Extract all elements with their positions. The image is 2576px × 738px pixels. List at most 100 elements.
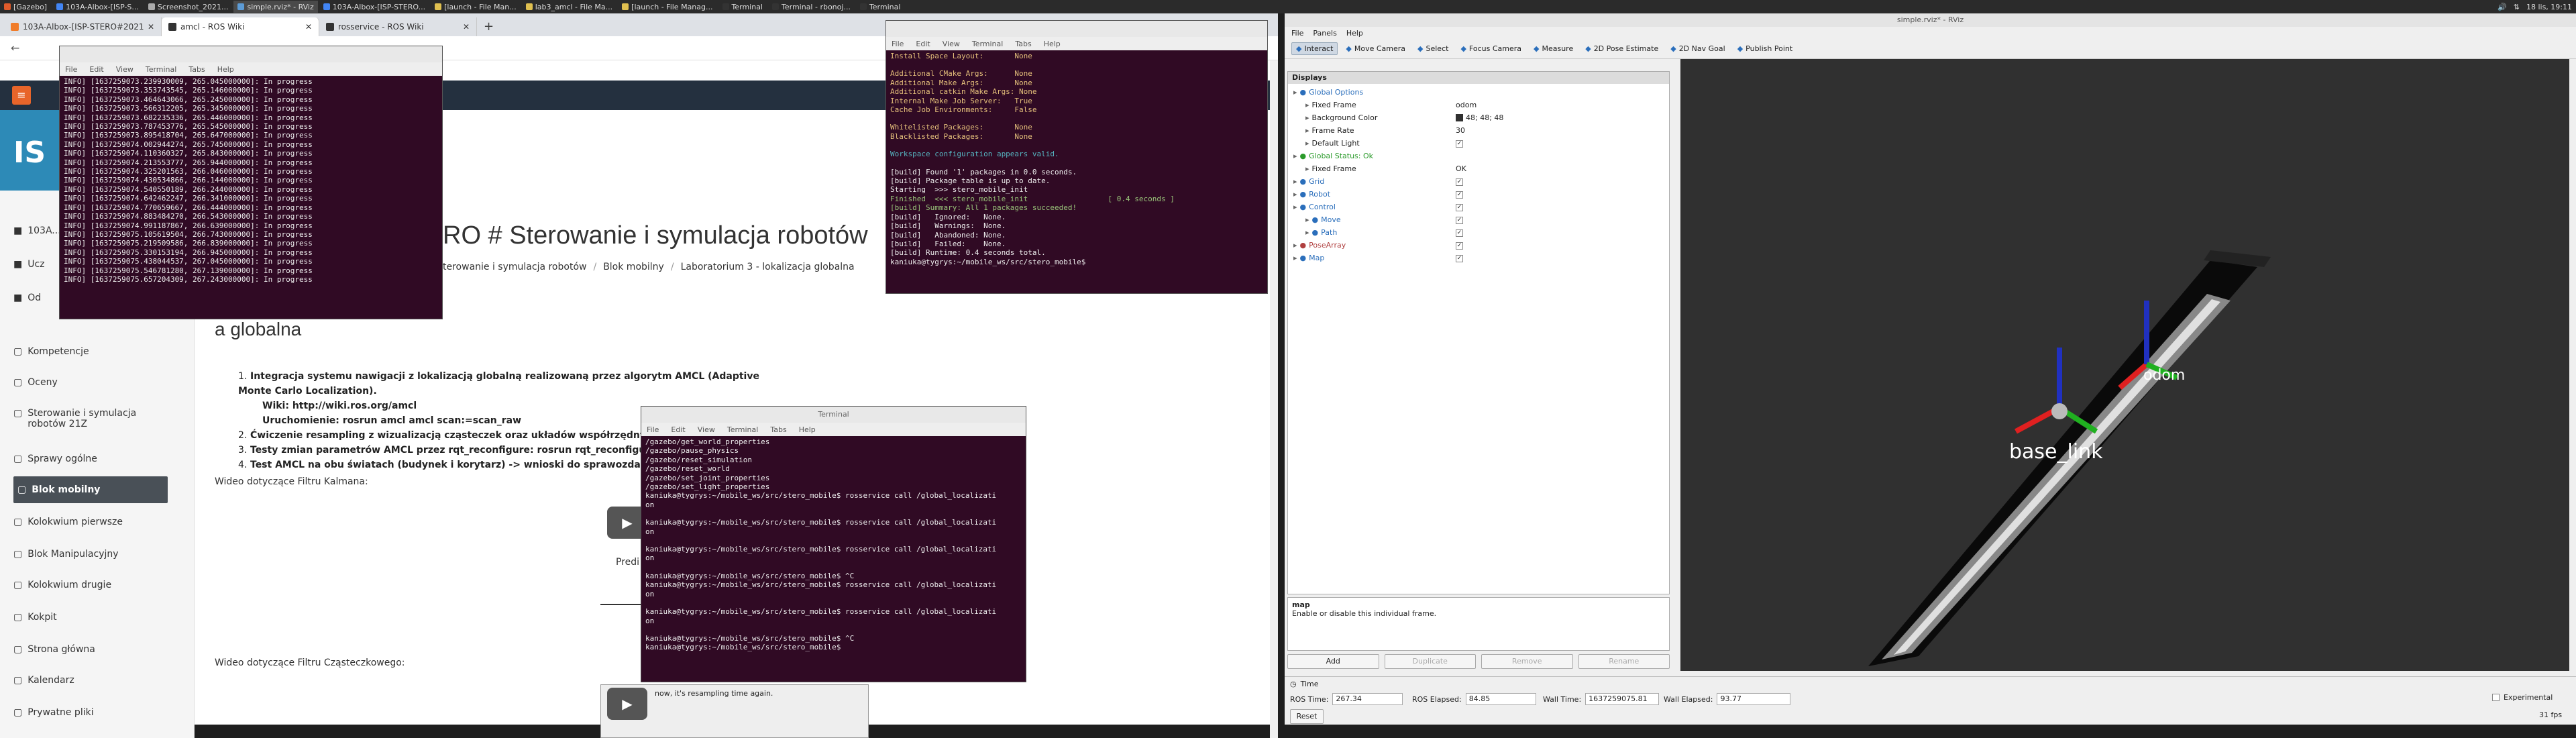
reset-button[interactable]: Reset: [1290, 709, 1324, 724]
display-value[interactable]: 48; 48; 48: [1456, 113, 1503, 122]
sidebar-item[interactable]: ▢ Kalendarz: [13, 667, 168, 696]
new-tab-button[interactable]: +: [477, 17, 500, 36]
tab-2[interactable]: amcl - ROS Wiki ✕: [162, 17, 319, 36]
menu-item[interactable]: View: [943, 40, 960, 48]
terminal-output[interactable]: /gazebo/get_world_properties/gazebo/paus…: [641, 436, 1026, 653]
expand-arrow-icon[interactable]: ▸: [1293, 241, 1297, 250]
sidebar-item[interactable]: ▢ Blok Manipulacyjny: [13, 541, 168, 570]
taskbar-item[interactable]: Screenshot_2021...: [144, 1, 233, 13]
checkbox[interactable]: ✓: [1456, 255, 1463, 262]
expand-arrow-icon[interactable]: ▸: [1305, 228, 1309, 237]
menu-item[interactable]: Terminal: [727, 425, 759, 434]
expand-arrow-icon[interactable]: ▸: [1293, 254, 1297, 262]
taskbar-item[interactable]: [launch - File Man...: [431, 1, 521, 13]
expand-arrow-icon[interactable]: ▸: [1305, 215, 1309, 224]
display-row[interactable]: ▸ Fixed Frame odom: [1288, 99, 1664, 110]
tool-button[interactable]: ◆ Move Camera: [1342, 43, 1409, 54]
sidebar-item[interactable]: ▢ Kokpit: [13, 604, 168, 633]
volume-icon[interactable]: 🔊: [2498, 3, 2507, 11]
checkbox[interactable]: ✓: [1456, 217, 1463, 224]
checkbox[interactable]: ✓: [1456, 204, 1463, 211]
display-value[interactable]: ✓: [1456, 176, 1463, 186]
display-row[interactable]: ▸ ● Global Status: Ok: [1288, 150, 1664, 161]
tool-button[interactable]: ◆ Select: [1413, 43, 1452, 54]
menu-item[interactable]: File: [65, 65, 77, 74]
display-row[interactable]: ▸ Fixed Frame OK: [1288, 163, 1664, 174]
display-value[interactable]: 30: [1456, 126, 1465, 135]
breadcrumb-item[interactable]: Laboratorium 3 - lokalizacja globalna: [681, 262, 855, 272]
clock[interactable]: 18 lis, 19:11: [2526, 3, 2572, 11]
expand-arrow-icon[interactable]: ▸: [1305, 101, 1309, 109]
sidebar-item[interactable]: ▢ Strona główna: [13, 636, 168, 666]
checkbox[interactable]: ✓: [1456, 242, 1463, 250]
menu-item[interactable]: Help: [1346, 29, 1363, 38]
checkbox[interactable]: ✓: [1456, 191, 1463, 199]
menu-item[interactable]: Edit: [671, 425, 685, 434]
display-value[interactable]: ✓: [1456, 189, 1463, 199]
display-row[interactable]: ▸ ● Move ✓: [1288, 214, 1664, 225]
play-button[interactable]: ▶: [607, 688, 647, 720]
display-value[interactable]: OK: [1456, 164, 1466, 173]
menu-item[interactable]: Edit: [916, 40, 930, 48]
tab-1[interactable]: 103A-Albox-[ISP-STERO#2021... ✕: [4, 17, 162, 36]
back-icon[interactable]: ←: [11, 42, 19, 54]
menu-item[interactable]: File: [1291, 29, 1303, 38]
taskbar-item[interactable]: Terminal - rbonoj...: [768, 1, 855, 13]
sidebar-item[interactable]: ▢ Kompetencje: [13, 338, 168, 368]
tool-button[interactable]: ◆ Measure: [1529, 43, 1577, 54]
breadcrumb-item[interactable]: terowanie i symulacja robotów: [443, 262, 586, 272]
taskbar-item[interactable]: [Gazebo]: [0, 1, 51, 13]
display-row[interactable]: ▸ ● Robot ✓: [1288, 189, 1664, 199]
display-value[interactable]: ✓: [1456, 215, 1463, 224]
menu-item[interactable]: Help: [217, 65, 234, 74]
menu-item[interactable]: Tabs: [189, 65, 205, 74]
terminal-output[interactable]: INFO] [1637259073.239930009, 265.0450000…: [60, 76, 442, 285]
expand-arrow-icon[interactable]: ▸: [1305, 139, 1309, 148]
display-row[interactable]: ▸ ● Grid ✓: [1288, 176, 1664, 187]
display-row[interactable]: ▸ Background Color 48; 48; 48: [1288, 112, 1664, 123]
sidebar-item[interactable]: ▢ Blok mobilny: [13, 476, 168, 503]
menu-item[interactable]: Help: [799, 425, 816, 434]
display-value[interactable]: ✓: [1456, 138, 1463, 148]
display-value[interactable]: ✓: [1456, 240, 1463, 250]
3d-viewport[interactable]: base_link odom: [1680, 59, 2569, 671]
menu-item[interactable]: Panels: [1313, 29, 1336, 38]
tool-button[interactable]: ◆ Interact: [1291, 42, 1338, 55]
expand-arrow-icon[interactable]: ▸: [1293, 177, 1297, 186]
display-value[interactable]: ✓: [1456, 202, 1463, 211]
display-row[interactable]: ▸ ● PoseArray ✓: [1288, 240, 1664, 250]
display-row[interactable]: ▸ Default Light ✓: [1288, 138, 1664, 148]
menu-item[interactable]: Terminal: [972, 40, 1004, 48]
tool-button[interactable]: ◆ 2D Pose Estimate: [1581, 43, 1662, 54]
experimental-checkbox[interactable]: Experimental: [2492, 693, 2553, 702]
menu-toggle-button[interactable]: ≡: [12, 86, 31, 105]
tool-button[interactable]: ◆ 2D Nav Goal: [1666, 43, 1729, 54]
taskbar-item[interactable]: [launch - File Manag...: [618, 1, 716, 13]
display-value[interactable]: odom: [1456, 101, 1477, 109]
expand-arrow-icon[interactable]: ▸: [1293, 88, 1297, 97]
page-scrollbar[interactable]: [1270, 60, 1278, 738]
sidebar-item[interactable]: ▢ Sterowanie i symulacja robotów 21Z: [13, 400, 168, 429]
close-icon[interactable]: ✕: [463, 22, 470, 32]
close-icon[interactable]: ✕: [148, 22, 154, 32]
taskbar-item[interactable]: lab3_amcl - File Ma...: [522, 1, 616, 13]
sidebar-item[interactable]: ▢ Kolokwium drugie: [13, 572, 168, 601]
checkbox[interactable]: [2492, 694, 2500, 701]
checkbox[interactable]: ✓: [1456, 178, 1463, 186]
taskbar-item[interactable]: 103A-Albox-[ISP-S...: [52, 1, 143, 13]
display-button[interactable]: Remove: [1481, 654, 1573, 669]
terminal-output[interactable]: Install Space Layout: None Additional CMa…: [886, 50, 1267, 268]
menu-item[interactable]: View: [116, 65, 133, 74]
taskbar-item[interactable]: 103A-Albox-[ISP-STERO...: [319, 1, 429, 13]
menu-item[interactable]: Terminal: [146, 65, 177, 74]
taskbar-item[interactable]: Terminal: [856, 1, 905, 13]
expand-arrow-icon[interactable]: ▸: [1293, 152, 1297, 160]
menu-item[interactable]: File: [892, 40, 904, 48]
taskbar-item[interactable]: Terminal: [718, 1, 767, 13]
menu-item[interactable]: View: [698, 425, 715, 434]
menu-item[interactable]: Help: [1044, 40, 1061, 48]
tool-button[interactable]: ◆ Publish Point: [1733, 43, 1797, 54]
display-row[interactable]: ▸ ● Map ✓: [1288, 252, 1664, 263]
menu-item[interactable]: Edit: [89, 65, 103, 74]
expand-arrow-icon[interactable]: ▸: [1293, 190, 1297, 199]
